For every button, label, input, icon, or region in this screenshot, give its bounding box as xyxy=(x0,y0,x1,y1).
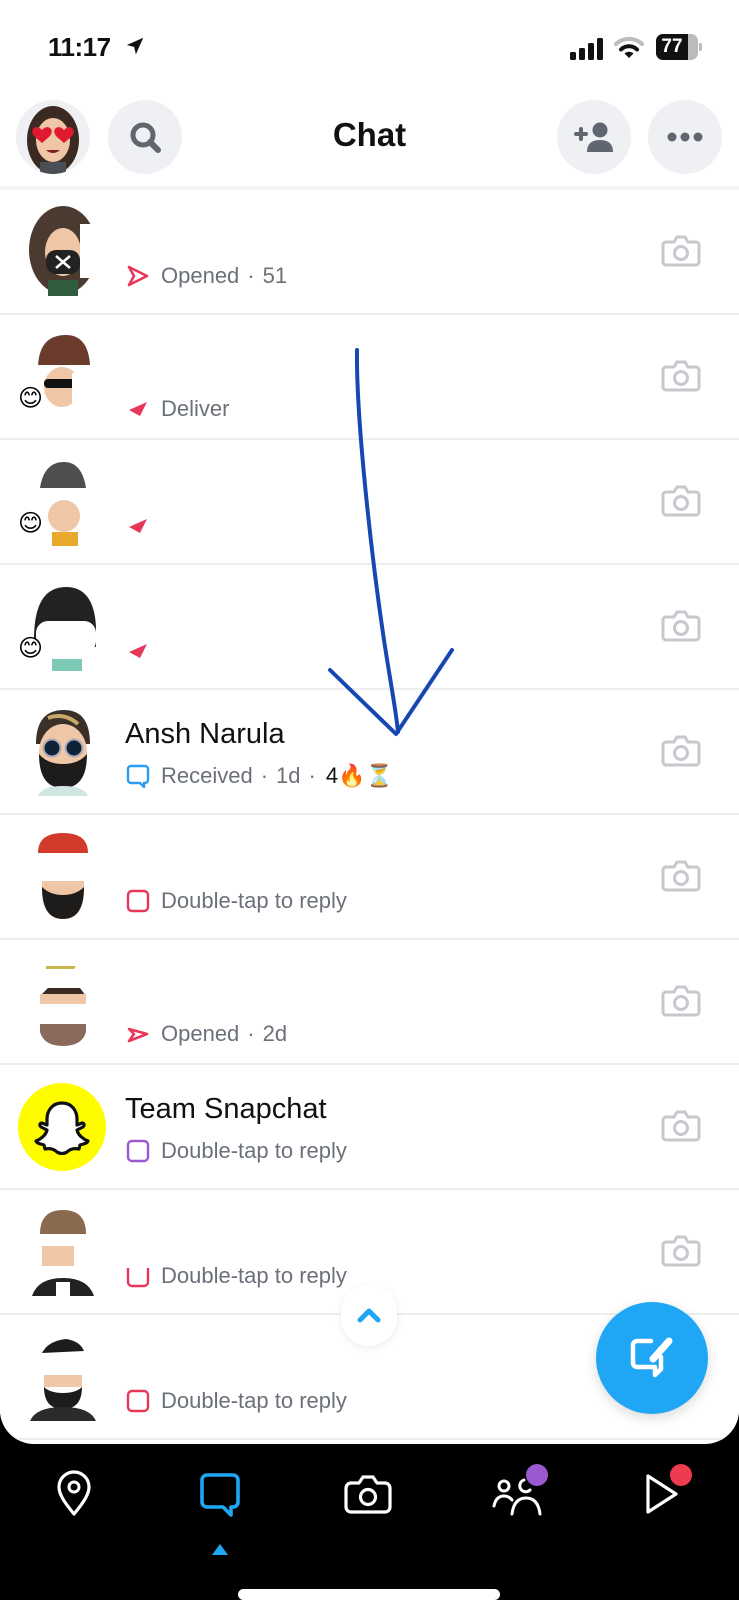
chat-status: Opened · 2d xyxy=(125,1020,287,1048)
nav-spotlight-tab[interactable] xyxy=(634,1464,692,1522)
reply-camera-icon[interactable] xyxy=(661,1107,701,1143)
snapchat-ghost-logo xyxy=(18,1083,106,1171)
reply-camera-icon[interactable] xyxy=(661,232,701,268)
reply-camera-icon[interactable] xyxy=(661,357,701,393)
chat-bubble-icon xyxy=(200,1473,240,1517)
chat-row-ansh-narula[interactable]: Ansh Narula Received · 1d · 4🔥⏳ xyxy=(0,690,739,815)
active-tab-indicator xyxy=(212,1544,228,1555)
reply-camera-icon[interactable] xyxy=(661,1232,701,1268)
sent-opened-arrow-icon xyxy=(125,264,151,288)
reply-camera-icon[interactable] xyxy=(661,482,701,518)
status-time: 51 xyxy=(262,263,288,288)
battery-indicator: 77 xyxy=(656,34,702,60)
status-bar: 11:17 77 xyxy=(0,20,739,76)
chat-status: Double-tap to reply xyxy=(125,1137,347,1165)
friend-avatar xyxy=(40,966,86,1046)
chat-row[interactable]: Opened · 2d xyxy=(0,940,739,1065)
chat-row-team-snapchat[interactable]: Team Snapchat Double-tap to reply xyxy=(0,1065,739,1190)
status-text: Deliver xyxy=(161,396,230,421)
reply-camera-icon[interactable] xyxy=(661,857,701,893)
status-time: 2d xyxy=(262,1021,288,1046)
status-text: Opened xyxy=(161,263,240,288)
chat-status: Double-tap to reply xyxy=(125,1387,347,1415)
bitmoji-avatar-icon xyxy=(27,106,79,174)
sent-opened-arrow-icon xyxy=(125,1022,151,1046)
spotlight-notification-dot xyxy=(670,1464,692,1486)
reply-camera-icon[interactable] xyxy=(661,982,701,1018)
bottom-nav xyxy=(0,1444,739,1600)
cellular-signal-icon xyxy=(570,38,603,60)
chat-status: Double-tap to reply xyxy=(125,887,347,915)
status-text: Double-tap to reply xyxy=(161,1263,347,1288)
friend-emoji-badge: 😊 xyxy=(18,510,44,537)
chat-received-icon xyxy=(125,764,151,789)
friend-emoji-badge: 😊 xyxy=(18,635,44,662)
chat-name: Ansh Narula xyxy=(125,718,285,750)
stories-notification-dot xyxy=(526,1464,548,1486)
search-icon xyxy=(130,122,161,153)
chat-header: Chat xyxy=(0,96,739,186)
map-pin-icon xyxy=(57,1470,91,1516)
sent-arrow-icon xyxy=(125,397,151,421)
add-friend-button[interactable] xyxy=(557,100,631,174)
compose-chat-icon xyxy=(630,1337,673,1378)
chat-row[interactable]: 😊 Deliver xyxy=(0,315,739,440)
chat-status xyxy=(125,637,161,665)
chat-square-icon xyxy=(125,1139,151,1163)
search-button[interactable] xyxy=(108,100,182,174)
status-text: Received xyxy=(161,763,253,788)
wifi-icon xyxy=(614,36,644,58)
reply-camera-icon[interactable] xyxy=(661,732,701,768)
scroll-to-top-button[interactable] xyxy=(341,1284,397,1346)
profile-avatar-button[interactable] xyxy=(16,100,90,174)
snap-received-square-icon xyxy=(125,889,151,913)
nav-stories-tab[interactable] xyxy=(488,1464,548,1522)
friend-avatar xyxy=(36,710,90,796)
chat-row[interactable]: 😊 xyxy=(0,440,739,565)
status-time: 11:17 xyxy=(48,32,111,62)
chat-screen: 11:17 77 Chat Opened · 51 😊 Deliver 😊 😊 … xyxy=(0,0,739,1444)
more-dots-icon xyxy=(667,132,703,142)
chat-status: Opened · 51 xyxy=(125,262,287,290)
add-friend-icon xyxy=(574,122,613,152)
chat-row[interactable]: 😊 xyxy=(0,565,739,690)
more-options-button[interactable] xyxy=(648,100,722,174)
chat-status: Double-tap to reply xyxy=(125,1262,347,1290)
location-arrow-icon xyxy=(126,37,144,55)
nav-camera-tab[interactable] xyxy=(340,1466,396,1522)
friend-avatar xyxy=(32,1210,104,1296)
status-text: Opened xyxy=(161,1021,240,1046)
new-chat-button[interactable] xyxy=(596,1302,708,1414)
status-text: Double-tap to reply xyxy=(161,1138,347,1163)
chevron-up-icon xyxy=(357,1308,381,1323)
sent-arrow-icon xyxy=(125,514,151,538)
chat-row[interactable]: Opened · 51 xyxy=(0,190,739,315)
sent-arrow-icon xyxy=(125,639,151,663)
reply-camera-icon[interactable] xyxy=(661,607,701,643)
chat-status: Received · 1d · 4🔥⏳ xyxy=(125,762,393,790)
friend-avatar xyxy=(29,206,104,296)
status-text: Double-tap to reply xyxy=(161,1388,347,1413)
chat-list[interactable]: Opened · 51 😊 Deliver 😊 😊 Ansh Narula Re… xyxy=(0,190,739,1440)
snap-received-square-icon xyxy=(125,1264,151,1288)
friend-emoji-badge: 😊 xyxy=(18,385,44,412)
nav-chat-tab[interactable] xyxy=(192,1466,248,1522)
friend-avatar xyxy=(30,1339,102,1421)
nav-map-tab[interactable] xyxy=(46,1466,102,1522)
chat-status xyxy=(125,512,161,540)
status-text: Double-tap to reply xyxy=(161,888,347,913)
status-time: 1d xyxy=(276,763,301,788)
home-indicator[interactable] xyxy=(238,1589,500,1600)
camera-icon xyxy=(344,1475,392,1514)
chat-status: Deliver xyxy=(125,395,229,423)
battery-percent: 77 xyxy=(661,36,683,57)
friend-avatar xyxy=(32,833,98,919)
chat-row[interactable]: Double-tap to reply xyxy=(0,815,739,940)
chat-name: Team Snapchat xyxy=(125,1093,327,1125)
snap-received-square-icon xyxy=(125,1389,151,1413)
snap-streak: 4🔥⏳ xyxy=(325,763,393,788)
